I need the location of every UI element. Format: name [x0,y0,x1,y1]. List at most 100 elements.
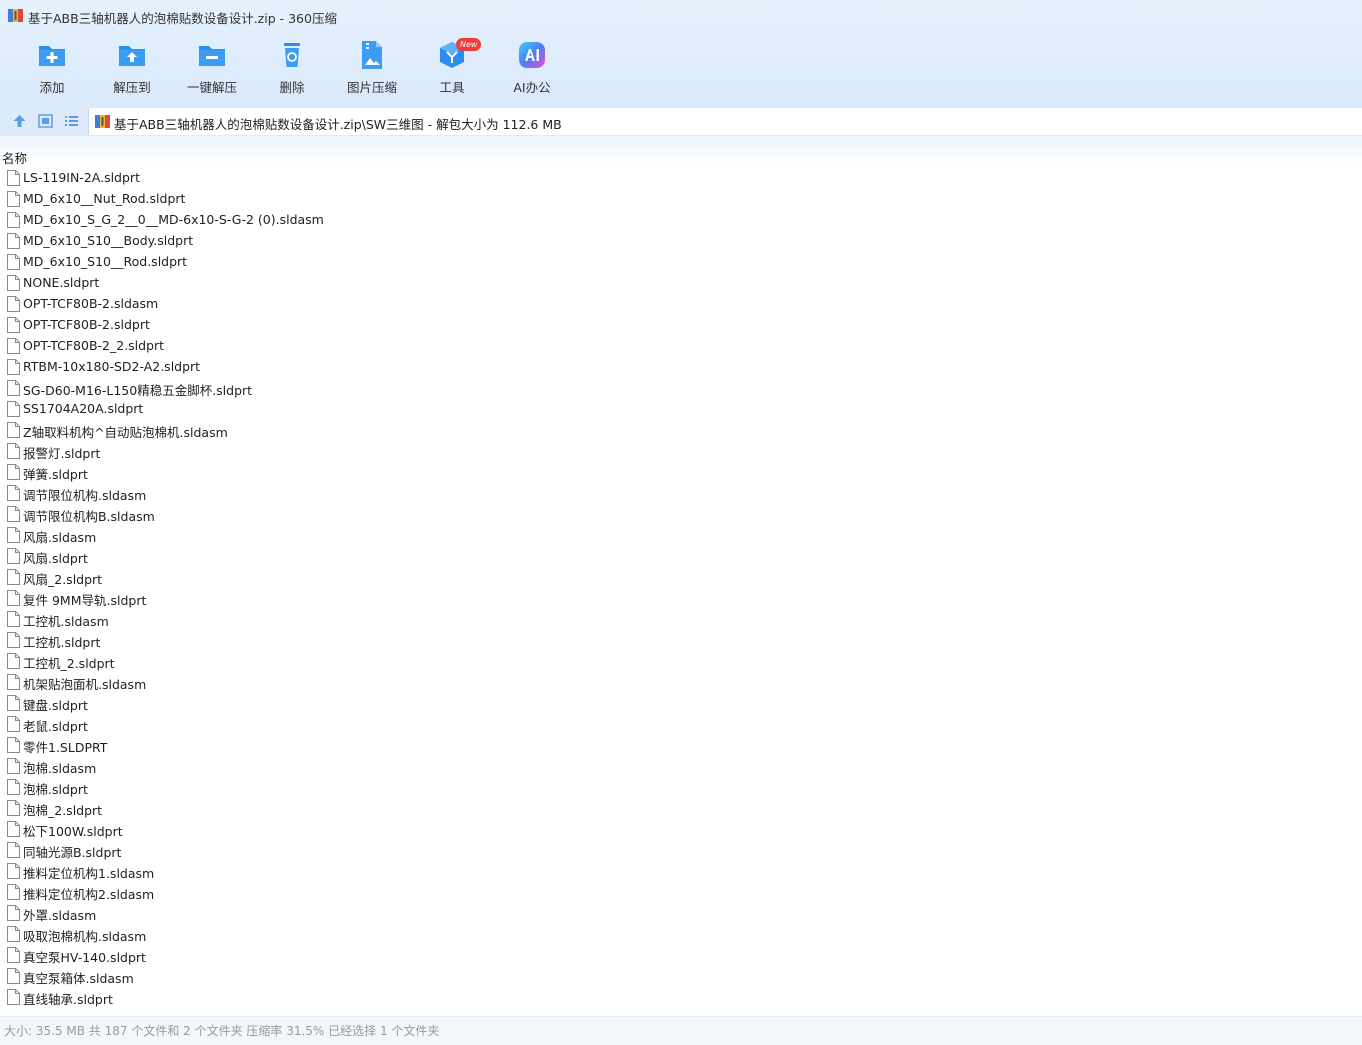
file-icon [7,947,20,963]
file-row[interactable]: 风扇.sldprt [0,546,1362,567]
file-row[interactable]: 报警灯.sldprt [0,441,1362,462]
file-row[interactable]: 泡棉.sldprt [0,777,1362,798]
file-icon [7,506,20,522]
file-name: 真空泵箱体.sldasm [23,971,134,986]
file-row[interactable]: MD_6x10_S10__Rod.sldprt [0,252,1362,273]
file-row[interactable]: 真空泵箱体.sldasm [0,966,1362,987]
file-row[interactable]: 风扇_2.sldprt [0,567,1362,588]
thumbnail-view-icon[interactable] [37,113,54,129]
file-icon [7,443,20,459]
file-row[interactable]: 外罩.sldasm [0,903,1362,924]
file-icon [7,212,20,228]
file-row[interactable]: 同轴光源B.sldprt [0,840,1362,861]
file-row[interactable]: SG-D60-M16-L150精稳五金脚杯.sldprt [0,378,1362,399]
file-icon [7,317,20,333]
image-compress-button[interactable]: 图片压缩 [332,40,412,100]
tools-button[interactable]: New 工具 [412,38,492,100]
file-name: 复件 9MM导轨.sldprt [23,593,147,608]
one-click-extract-button[interactable]: 一键解压 [172,40,252,100]
window-title: 基于ABB三轴机器人的泡棉贴数设备设计.zip - 360压缩 [28,11,337,26]
new-badge: New [456,38,482,51]
file-row[interactable]: 直线轴承.sldprt [0,987,1362,1008]
file-row[interactable]: 真空泵HV-140.sldprt [0,945,1362,966]
file-row[interactable]: 零件1.SLDPRT [0,735,1362,756]
file-row[interactable]: 弹簧.sldprt [0,462,1362,483]
file-name: 老鼠.sldprt [23,719,88,734]
file-row[interactable]: 泡棉_2.sldprt [0,798,1362,819]
file-row[interactable]: 工控机.sldasm [0,609,1362,630]
file-list: LS-119IN-2A.sldprt MD_6x10__Nut_Rod.sldpr… [0,168,1362,1008]
window-chrome: 基于ABB三轴机器人的泡棉贴数设备设计.zip - 360压缩 添加 解压到 一… [0,0,1362,106]
file-name: MD_6x10_S10__Body.sldprt [23,233,194,248]
file-row[interactable]: 吸取泡棉机构.sldasm [0,924,1362,945]
file-name: 工控机.sldprt [23,635,101,650]
file-icon [7,401,20,417]
file-row[interactable]: Z轴取料机构^自动贴泡棉机.sldasm [0,420,1362,441]
file-row[interactable]: OPT-TCF80B-2.sldprt [0,315,1362,336]
file-row[interactable]: NONE.sldprt [0,273,1362,294]
file-row[interactable]: MD_6x10_S10__Body.sldprt [0,231,1362,252]
file-icon [7,821,20,837]
extract-to-label: 解压到 [113,80,151,95]
file-name: 外罩.sldasm [23,908,97,923]
file-row[interactable]: 工控机_2.sldprt [0,651,1362,672]
file-name: 真空泵HV-140.sldprt [23,950,146,965]
add-button[interactable]: 添加 [12,40,92,100]
file-row[interactable]: 松下100W.sldprt [0,819,1362,840]
file-icon [7,170,20,186]
toolbar: 添加 解压到 一键解压 删除 图片压缩 New 工具 AI办公 [0,32,1362,106]
file-row[interactable]: 工控机.sldprt [0,630,1362,651]
file-icon [7,338,20,354]
list-view-icon[interactable] [63,113,80,129]
file-row[interactable]: RTBM-10x180-SD2-A2.sldprt [0,357,1362,378]
file-row[interactable]: LS-119IN-2A.sldprt [0,168,1362,189]
file-icon [7,485,20,501]
file-name: MD_6x10_S10__Rod.sldprt [23,254,188,269]
file-name: 吸取泡棉机构.sldasm [23,929,147,944]
file-row[interactable]: 复件 9MM导轨.sldprt [0,588,1362,609]
file-row[interactable]: 泡棉.sldasm [0,756,1362,777]
file-name: SG-D60-M16-L150精稳五金脚杯.sldprt [23,383,253,398]
file-icon [7,968,20,984]
file-name: OPT-TCF80B-2.sldprt [23,317,150,332]
file-row[interactable]: OPT-TCF80B-2_2.sldprt [0,336,1362,357]
file-icon [7,380,20,396]
address-bar[interactable]: 基于ABB三轴机器人的泡棉贴数设备设计.zip\SW三维图 - 解包大小为 11… [88,108,1362,135]
file-row[interactable]: 老鼠.sldprt [0,714,1362,735]
file-row[interactable]: SS1704A20A.sldprt [0,399,1362,420]
status-bar: 大小: 35.5 MB 共 187 个文件和 2 个文件夹 压缩率 31.5% … [0,1016,1362,1045]
file-name: RTBM-10x180-SD2-A2.sldprt [23,359,201,374]
file-row[interactable]: 推料定位机构2.sldasm [0,882,1362,903]
file-row[interactable]: 调节限位机构B.sldasm [0,504,1362,525]
file-row[interactable]: 机架贴泡面机.sldasm [0,672,1362,693]
delete-button[interactable]: 删除 [252,40,332,100]
file-name: 松下100W.sldprt [23,824,123,839]
status-text: 大小: 35.5 MB 共 187 个文件和 2 个文件夹 压缩率 31.5% … [4,1024,440,1038]
file-name: 泡棉.sldprt [23,782,88,797]
file-row[interactable]: 风扇.sldasm [0,525,1362,546]
extract-to-button[interactable]: 解压到 [92,40,172,100]
file-name: 工控机_2.sldprt [23,656,115,671]
ai-office-icon [519,42,545,68]
file-row[interactable]: 键盘.sldprt [0,693,1362,714]
address-row: 基于ABB三轴机器人的泡棉贴数设备设计.zip\SW三维图 - 解包大小为 11… [0,106,1362,136]
file-icon [7,359,20,375]
column-header-name[interactable]: 名称 [2,148,27,167]
file-icon [7,674,20,690]
file-row[interactable]: MD_6x10_S_G_2__0__MD-6x10-S-G-2 (0).slda… [0,210,1362,231]
file-name: 工控机.sldasm [23,614,109,629]
file-name: 机架贴泡面机.sldasm [23,677,147,692]
tools-label: 工具 [439,80,465,95]
file-icon [7,779,20,795]
up-arrow-icon[interactable] [11,113,28,129]
file-row[interactable]: 推料定位机构1.sldasm [0,861,1362,882]
file-icon [7,989,20,1005]
file-row[interactable]: MD_6x10__Nut_Rod.sldprt [0,189,1362,210]
file-icon [7,422,20,438]
one-click-extract-icon [199,46,225,66]
file-icon [7,254,20,270]
file-icon [7,296,20,312]
ai-office-button[interactable]: AI办公 [492,40,572,100]
file-row[interactable]: 调节限位机构.sldasm [0,483,1362,504]
file-row[interactable]: OPT-TCF80B-2.sldasm [0,294,1362,315]
